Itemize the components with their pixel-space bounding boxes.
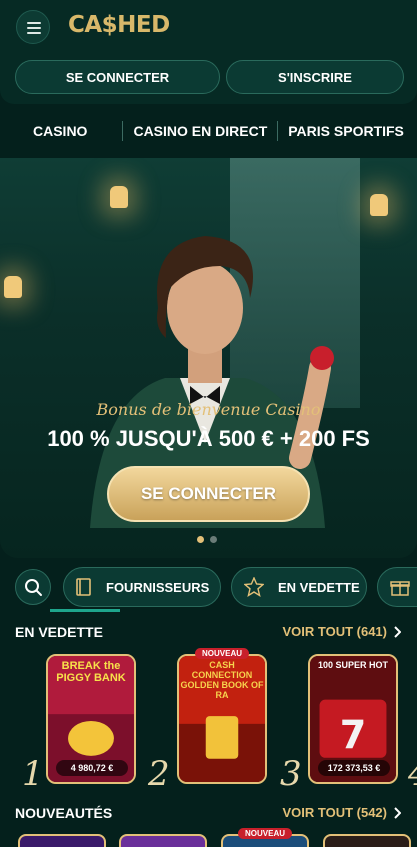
game-title: BREAK the PIGGY BANK — [56, 660, 126, 684]
filter-providers[interactable]: FOURNISSEURS — [63, 567, 221, 607]
search-button[interactable] — [15, 569, 51, 605]
rank-number: 3 — [280, 754, 302, 794]
nav-divider — [277, 121, 279, 141]
top-header: CA$HED SE CONNECTER S'INSCRIRE — [0, 0, 417, 104]
carousel-dot[interactable] — [210, 536, 217, 543]
carousel-dots — [197, 536, 217, 543]
carousel-dot-active[interactable] — [197, 536, 204, 543]
rank-number: 1 — [22, 754, 44, 794]
game-title: 100 SUPER HOT — [317, 660, 389, 670]
menu-bar-icon — [27, 22, 41, 24]
featured-section-header: EN VEDETTE VOIR TOUT (641) — [0, 624, 417, 644]
game-card[interactable] — [119, 834, 207, 847]
active-filter-indicator — [50, 609, 120, 612]
filter-featured-label: EN VEDETTE — [278, 579, 360, 595]
hero-login-button[interactable]: SE CONNECTER — [107, 466, 310, 522]
new-see-all-link[interactable]: VOIR TOUT (542) — [282, 805, 401, 820]
game-card[interactable] — [18, 834, 106, 847]
signup-button[interactable]: S'INSCRIRE — [226, 60, 404, 94]
new-see-all-label: VOIR TOUT (542) — [282, 805, 387, 820]
new-badge: NOUVEAU — [237, 828, 293, 839]
rank-number: 2 — [148, 754, 170, 794]
menu-bar-icon — [27, 32, 41, 34]
nav-item-sports[interactable]: PARIS SPORTIFS — [288, 123, 404, 139]
book-icon — [76, 578, 91, 596]
game-card[interactable]: 7 100 SUPER HOT 172 373,53 € — [308, 654, 398, 784]
gift-icon — [390, 581, 410, 596]
game-card[interactable]: CASH CONNECTION GOLDEN BOOK OF RA — [177, 654, 267, 784]
chevron-right-icon — [394, 625, 401, 638]
featured-title: EN VEDETTE — [15, 624, 103, 640]
new-title: NOUVEAUTÉS — [15, 805, 113, 821]
featured-see-all-link[interactable]: VOIR TOUT (641) — [282, 624, 401, 639]
nav-item-casino[interactable]: CASINO — [33, 123, 87, 139]
jackpot-amount: 4 980,72 € — [56, 760, 128, 776]
chevron-right-icon — [394, 806, 401, 819]
category-filters: FOURNISSEURS EN VEDETTE — [0, 566, 417, 610]
nav-item-live-casino[interactable]: CASINO EN DIRECT — [133, 123, 267, 139]
menu-bar-icon — [27, 27, 41, 29]
featured-see-all-label: VOIR TOUT (641) — [282, 624, 387, 639]
filter-bonuses[interactable] — [377, 567, 417, 607]
game-title: CASH CONNECTION GOLDEN BOOK OF RA — [180, 660, 264, 700]
svg-text:7: 7 — [340, 713, 367, 758]
game-card[interactable]: BREAK the PIGGY BANK 4 980,72 € — [46, 654, 136, 784]
nav-divider — [122, 121, 124, 141]
rank-number: 4 — [408, 754, 417, 794]
featured-games-row: 1 BREAK the PIGGY BANK 4 980,72 € 2 NOUV… — [0, 648, 417, 794]
new-section-header: NOUVEAUTÉS VOIR TOUT (542) — [0, 805, 417, 825]
bonus-subtitle: Bonus de bienvenue Casino — [96, 400, 321, 419]
login-button[interactable]: SE CONNECTER — [15, 60, 220, 94]
hamburger-menu-button[interactable] — [16, 10, 50, 44]
new-badge: NOUVEAU — [194, 648, 250, 659]
wall-lamp-icon — [370, 194, 388, 216]
jackpot-amount: 172 373,53 € — [318, 760, 390, 776]
cashed-logo[interactable]: CA$HED — [68, 12, 170, 38]
game-card[interactable] — [323, 834, 411, 847]
hero-banner[interactable]: Bonus de bienvenue Casino 100 % JUSQU'À … — [0, 158, 417, 558]
wall-lamp-icon — [4, 276, 22, 298]
main-nav: CASINO CASINO EN DIRECT PARIS SPORTIFS — [0, 104, 417, 158]
bonus-title: 100 % JUSQU'À 500 € + 200 FS — [47, 426, 370, 451]
new-games-row: NOUVEAU — [0, 828, 417, 847]
filter-featured[interactable]: EN VEDETTE — [231, 567, 367, 607]
star-icon — [244, 577, 264, 597]
wall-lamp-icon — [110, 186, 128, 208]
search-icon — [25, 579, 42, 596]
filter-providers-label: FOURNISSEURS — [106, 579, 210, 595]
